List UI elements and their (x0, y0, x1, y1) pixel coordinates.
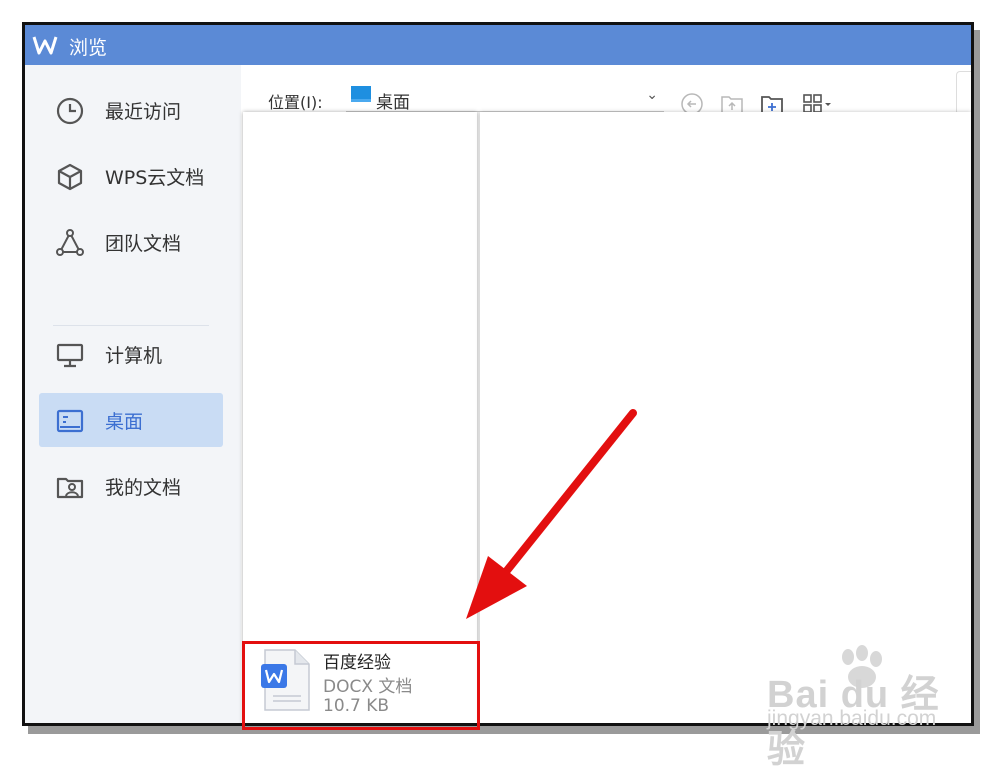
location-value: 桌面 (376, 93, 410, 113)
sidebar-item-computer[interactable]: 计算机 (39, 327, 223, 381)
title-bar: 浏览 (25, 25, 971, 65)
window-title: 浏览 (69, 37, 108, 59)
sidebar-item-label: 最近访问 (105, 101, 182, 123)
location-dropdown-list[interactable]: 百度经验 DOCX 文档 10.7 KB (243, 112, 477, 723)
sidebar-item-my-documents[interactable]: 我的文档 (39, 459, 223, 513)
sidebar-item-label: 计算机 (105, 345, 163, 367)
main-panel: 位置(I): 桌面 ⌄ 百度经验 DOCX 文档 10.7 KB (241, 65, 971, 723)
sidebar-item-team-docs[interactable]: 团队文档 (39, 215, 223, 269)
sidebar-item-label: 桌面 (105, 411, 144, 433)
monitor-icon (56, 343, 84, 368)
sidebar-divider (53, 325, 209, 326)
desktop-icon (351, 86, 371, 102)
watermark-site: jingyan.baidu.com (767, 707, 937, 730)
sidebar: 最近访问 WPS云文档 团队文档 计算机 桌面 我的文档 (25, 65, 241, 723)
user-folder-icon (56, 477, 84, 499)
location-select[interactable]: 桌面 ⌄ (346, 85, 664, 113)
sidebar-item-label: 我的文档 (105, 477, 182, 499)
sidebar-item-recent[interactable]: 最近访问 (39, 83, 223, 137)
location-label: 位置(I): (268, 93, 323, 112)
chevron-down-icon: ⌄ (646, 87, 658, 103)
cube-icon (57, 163, 83, 191)
clock-icon (56, 97, 84, 125)
desktop-icon (56, 409, 84, 433)
sidebar-item-desktop[interactable]: 桌面 (39, 393, 223, 447)
sidebar-item-wps-cloud[interactable]: WPS云文档 (39, 149, 223, 203)
browse-dialog: 浏览 最近访问 WPS云文档 团队文档 计算机 桌面 我的文档 位置(I): 桌… (22, 22, 974, 726)
file-list-pane[interactable] (480, 112, 971, 723)
team-icon (56, 229, 84, 256)
scroll-cap (956, 71, 971, 115)
sidebar-item-label: WPS云文档 (105, 167, 205, 189)
baidu-watermark: Bai du 经验 jingyan.baidu.com (762, 645, 962, 771)
annotation-highlight-box (242, 641, 480, 730)
sidebar-item-label: 团队文档 (105, 233, 182, 255)
wps-logo-icon (32, 36, 58, 55)
